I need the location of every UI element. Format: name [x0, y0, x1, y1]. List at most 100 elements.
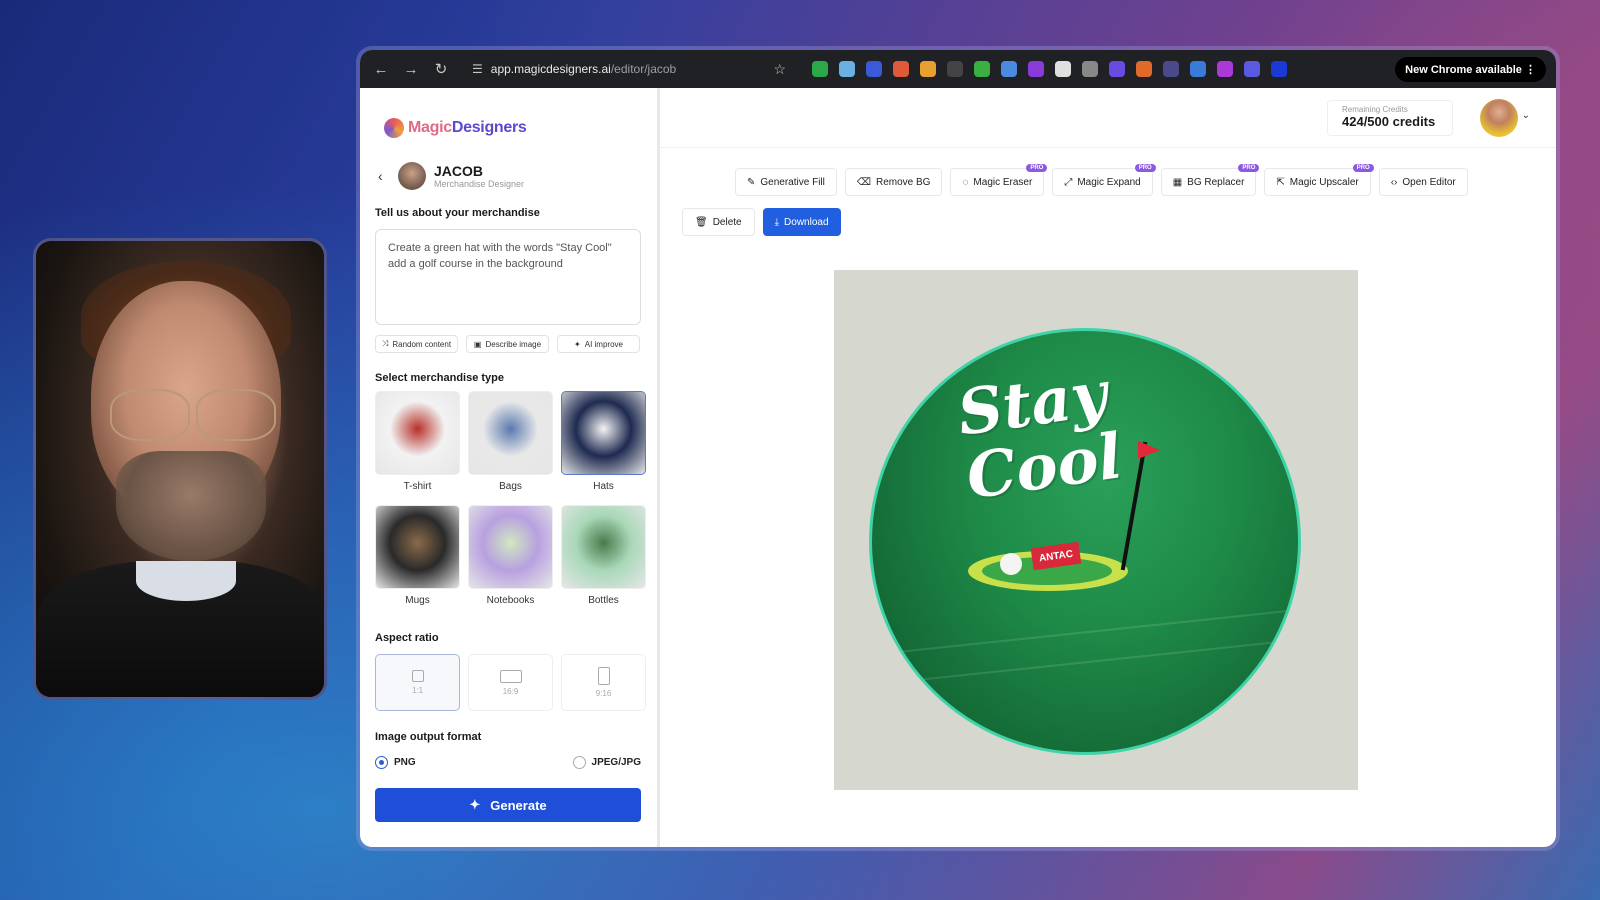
merch-type-label: Notebooks [486, 595, 535, 606]
upscale-icon: ⇱ [1276, 176, 1285, 188]
tool-bg-replacer[interactable]: ▦ BG Replacer PRO [1160, 164, 1260, 196]
new-chrome-available-button[interactable]: New Chrome available ⋮ [1395, 56, 1546, 82]
back-chevron-icon[interactable]: ‹ [378, 168, 390, 184]
extension-icon[interactable] [1217, 61, 1233, 77]
radio-png-dot[interactable] [375, 756, 388, 769]
extension-icon[interactable] [1190, 61, 1206, 77]
merch-type-notebooks[interactable]: Notebooks [468, 505, 553, 606]
merch-type-bags[interactable]: Bags [468, 391, 553, 492]
tool-generative-fill[interactable]: ✎ Generative Fill [735, 168, 837, 196]
hat-stitch-line [873, 638, 1298, 686]
extension-icon[interactable] [1082, 61, 1098, 77]
extension-icon[interactable] [974, 61, 990, 77]
extension-icon[interactable] [1163, 61, 1179, 77]
extension-bar [812, 61, 1287, 77]
extension-icon[interactable] [1028, 61, 1044, 77]
merch-thumbnail[interactable] [561, 391, 646, 475]
bookmark-star-icon[interactable]: ☆ [773, 61, 786, 78]
back-arrow-icon[interactable]: ← [370, 61, 392, 78]
format-png-radio[interactable]: PNG [375, 756, 416, 769]
merch-grid-row-1: T-shirt Bags Hats [375, 391, 646, 492]
delete-button[interactable]: 🗑 Delete [682, 208, 755, 236]
forward-arrow-icon[interactable]: → [400, 61, 422, 78]
extension-icon[interactable] [1001, 61, 1017, 77]
top-bar: Remaining Credits 424/500 credits ⌄ [660, 88, 1556, 148]
tool-magic-expand[interactable]: ⤢ Magic Expand PRO [1052, 164, 1156, 196]
extension-icon[interactable] [920, 61, 936, 77]
aspect-shape-icon [411, 670, 424, 682]
extension-icon[interactable] [947, 61, 963, 77]
generated-image-canvas[interactable]: Stay Cool ANTAC [834, 270, 1358, 790]
logo-mark-icon [384, 118, 404, 138]
extension-icon[interactable] [1244, 61, 1260, 77]
format-png-label: PNG [394, 757, 416, 768]
merch-thumbnail[interactable] [561, 505, 646, 589]
aspect-option-9-16[interactable]: 9:16 [561, 654, 646, 711]
prompt-chip-describe-image[interactable]: ▣ Describe image [466, 335, 549, 353]
extension-icon[interactable] [1109, 61, 1125, 77]
aspect-option-16-9[interactable]: 16:9 [468, 654, 553, 711]
user-avatar[interactable] [1480, 99, 1518, 137]
tool-remove-bg[interactable]: ⌫ Remove BG [844, 168, 943, 196]
browser-toolbar: ← → ↻ ☰ app.magicdesigners.ai/editor/jac… [360, 50, 1556, 88]
merch-thumbnail[interactable] [468, 505, 553, 589]
merch-type-hats[interactable]: Hats [561, 391, 646, 492]
extension-icon[interactable] [893, 61, 909, 77]
tool-label: Generative Fill [760, 176, 825, 188]
tool-magic-upscaler[interactable]: ⇱ Magic Upscaler PRO [1264, 164, 1374, 196]
pro-badge: PRO [1026, 164, 1048, 172]
chevron-down-icon[interactable]: ⌄ [1522, 110, 1530, 121]
prompt-textarea[interactable]: Create a green hat with the words "Stay … [375, 229, 641, 325]
prompt-helper-row: ⤨ Random content ▣ Describe image ✦ AI improv… [375, 335, 640, 353]
extension-icon[interactable] [839, 61, 855, 77]
format-jpg-radio[interactable]: JPEG/JPG [572, 756, 641, 769]
webcam-feed [33, 238, 327, 700]
extension-icon[interactable] [866, 61, 882, 77]
trash-icon: 🗑 [695, 216, 708, 228]
code-icon: ‹› [1390, 176, 1398, 188]
flagpole [1120, 441, 1148, 571]
wand-icon: ✎ [747, 176, 756, 188]
extension-icon[interactable] [1055, 61, 1071, 77]
merch-thumbnail[interactable] [468, 391, 553, 475]
radio-jpg-dot[interactable] [572, 756, 586, 769]
tool-label: BG Replacer [1187, 176, 1245, 188]
persona-name: JACOB [434, 163, 484, 179]
aspect-option-1-1[interactable]: 1:1 [375, 654, 460, 711]
hat-stitch-line [873, 608, 1298, 656]
prompt-chip-random-content[interactable]: ⤨ Random content [375, 335, 458, 353]
tool-open-editor[interactable]: ‹› Open Editor [1378, 168, 1468, 196]
aspect-label-text: 9:16 [595, 689, 612, 698]
generate-button[interactable]: ✦ Generate [375, 788, 641, 822]
golf-ball [1000, 553, 1022, 575]
pro-badge: PRO [1352, 164, 1374, 172]
about-label: Tell us about your merchandise [375, 207, 540, 219]
aspect-label-text: 16:9 [502, 686, 519, 696]
tool-label: Remove BG [876, 176, 931, 188]
site-settings-icon[interactable]: ☰ [472, 62, 483, 76]
merch-type-tshirt[interactable]: T-shirt [375, 391, 460, 492]
merch-type-mugs[interactable]: Mugs [375, 505, 460, 606]
download-button[interactable]: ⤓ Download [762, 208, 841, 236]
sparkle-icon: ✦ [469, 797, 481, 812]
address-bar[interactable]: ☰ app.magicdesigners.ai/editor/jacob ☆ [464, 55, 794, 83]
chip-label: Random content [392, 339, 452, 349]
prompt-chip-ai-improve[interactable]: ✦ AI improve [557, 335, 640, 353]
tool-label: Magic Expand [1077, 176, 1141, 188]
merch-thumbnail[interactable] [375, 505, 460, 589]
webcam-beard [116, 451, 266, 561]
logo[interactable]: MagicDesigners [384, 118, 527, 138]
main-panel: Remaining Credits 424/500 credits ⌄ ✎ Ge… [660, 88, 1556, 847]
extension-icon[interactable] [1136, 61, 1152, 77]
extension-icon[interactable] [812, 61, 828, 77]
aspect-ratio-options: 1:1 16:9 9:16 [375, 654, 646, 711]
tool-magic-eraser[interactable]: ◌ Magic Eraser PRO [950, 164, 1048, 196]
delete-label: Delete [712, 216, 742, 228]
browser-window: ← → ↻ ☰ app.magicdesigners.ai/editor/jac… [360, 50, 1556, 847]
merch-thumbnail[interactable] [375, 391, 460, 475]
merch-type-bottles[interactable]: Bottles [561, 505, 646, 606]
pro-badge: PRO [1134, 164, 1156, 172]
extension-icon[interactable] [1271, 61, 1287, 77]
reload-icon[interactable]: ↻ [430, 60, 452, 78]
image-icon: ▣ [473, 339, 482, 349]
